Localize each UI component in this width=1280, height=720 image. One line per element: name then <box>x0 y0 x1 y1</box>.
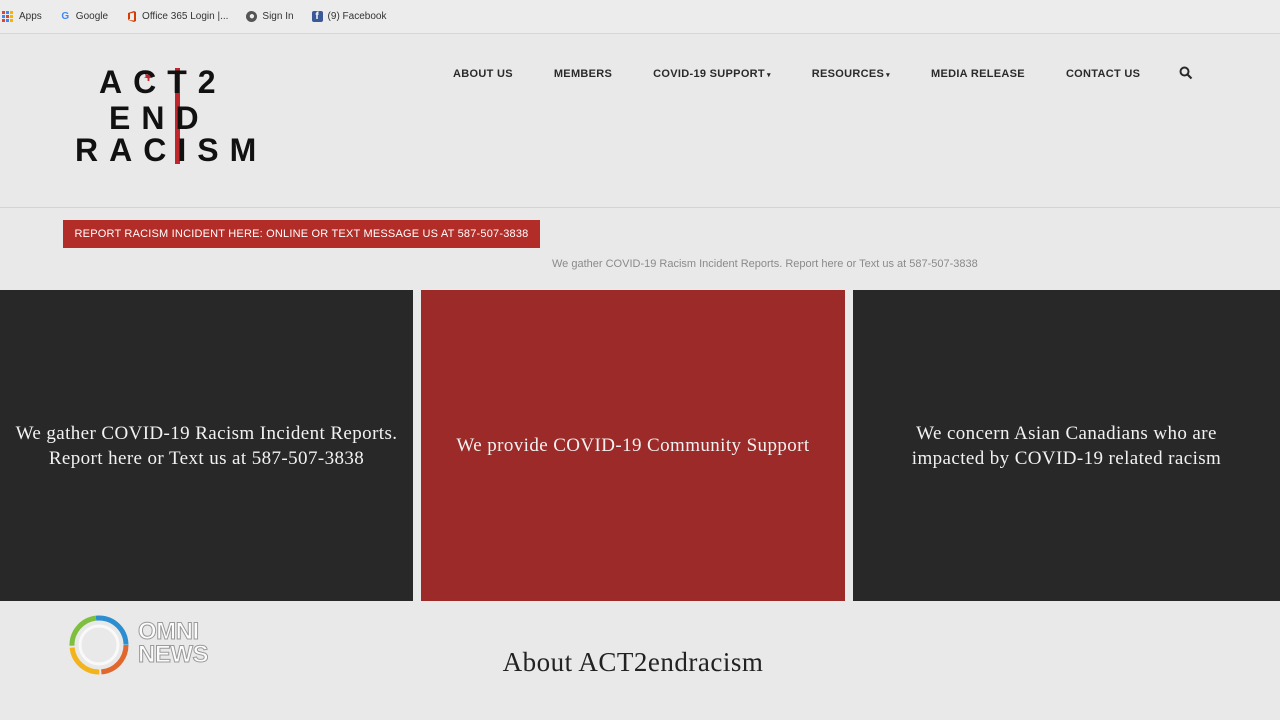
office-365-icon <box>126 11 137 22</box>
omni-wordmark: OMNI NEWS <box>138 618 210 668</box>
bookmark-sign-in[interactable]: ● Sign In <box>246 11 294 22</box>
google-icon: G <box>61 11 70 22</box>
nav-label: ABOUT US <box>453 68 513 80</box>
nav-media-release[interactable]: MEDIA RELEASE <box>931 68 1025 80</box>
logo-line-1: ACT2 <box>99 64 227 100</box>
omni-line-1: OMNI <box>138 618 200 645</box>
nav-label: CONTACT US <box>1065 68 1141 80</box>
facebook-icon: f <box>311 11 323 22</box>
apps-grid-icon <box>2 11 13 22</box>
bookmark-label: Apps <box>19 11 42 22</box>
bookmark-facebook[interactable]: f (9) Facebook <box>311 11 387 22</box>
sign-in-icon: ● <box>246 11 258 22</box>
panel-incident-reports[interactable]: We gather COVID-19 Racism Incident Repor… <box>0 290 413 601</box>
report-incident-button[interactable]: REPORT RACISM INCIDENT HERE: ONLINE OR T… <box>63 220 540 248</box>
nav-resources[interactable]: RESOURCES ▾ <box>812 68 890 80</box>
omni-news-watermark: OMNI NEWS <box>68 614 218 676</box>
bookmark-label: (9) Facebook <box>327 11 387 22</box>
panel-text: We concern Asian Canadians who are impac… <box>911 422 1222 469</box>
bookmark-label: Google <box>75 11 109 22</box>
omni-line-2: NEWS <box>138 641 210 668</box>
nav-label: MEMBERS <box>553 68 613 80</box>
nav-label: MEDIA RELEASE <box>930 68 1025 80</box>
panel-text: We gather COVID-19 Racism Incident Repor… <box>15 422 398 469</box>
site-header: ACT2 END RACISM ABOUT US MEMBERS COVID-1… <box>0 34 1280 208</box>
panel-community-support[interactable]: We provide COVID-19 Community Support <box>421 290 845 601</box>
panel-asian-canadians[interactable]: We concern Asian Canadians who are impac… <box>853 290 1280 601</box>
nav-members[interactable]: MEMBERS <box>554 68 612 80</box>
omni-logo-icon <box>69 615 129 675</box>
logo-line-3: RACISM <box>75 132 268 168</box>
bookmark-label: Office 365 Login |... <box>142 11 229 22</box>
bookmarks-bar: Apps G Google Office 365 Login |... ● Si… <box>0 0 1280 34</box>
search-icon[interactable] <box>1179 66 1193 80</box>
nav-contact-us[interactable]: CONTACT US <box>1066 68 1140 80</box>
site-logo[interactable]: ACT2 END RACISM <box>75 64 256 174</box>
nav-label: RESOURCES <box>811 68 885 80</box>
nav-about-us[interactable]: ABOUT US <box>453 68 513 80</box>
incident-ticker: We gather COVID-19 Racism Incident Repor… <box>552 258 978 270</box>
bookmark-label: Sign In <box>262 11 294 22</box>
nav-covid-19-support[interactable]: COVID-19 SUPPORT ▾ <box>653 68 771 80</box>
main-nav: ABOUT US MEMBERS COVID-19 SUPPORT ▾ RESOU… <box>453 66 1193 80</box>
bookmark-google[interactable]: G Google <box>60 11 108 22</box>
bookmark-office-365[interactable]: Office 365 Login |... <box>126 11 228 22</box>
panel-text: We provide COVID-19 Community Support <box>456 435 810 456</box>
bookmark-apps[interactable]: Apps <box>2 11 42 22</box>
caret-down-icon: ▾ <box>886 72 890 79</box>
caret-down-icon: ▾ <box>766 72 771 79</box>
nav-label: COVID-19 SUPPORT <box>653 68 765 80</box>
